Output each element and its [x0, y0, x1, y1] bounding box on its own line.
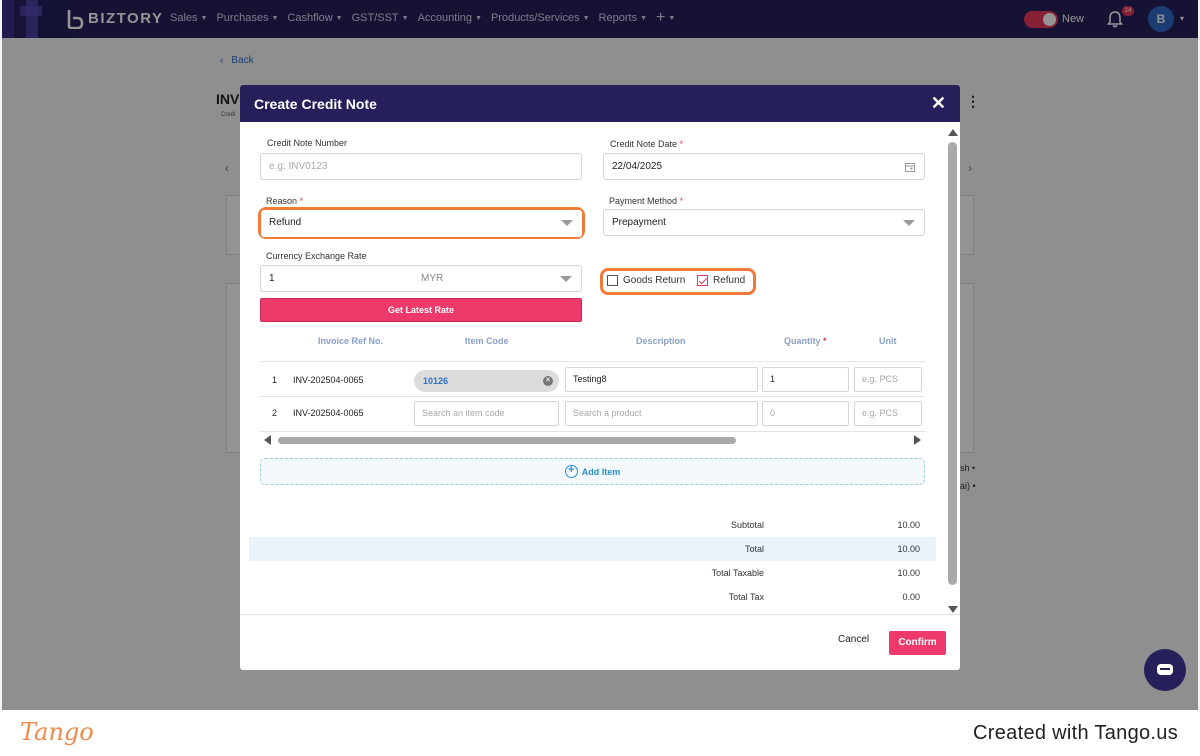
scroll-right-icon[interactable]	[914, 435, 921, 445]
summary-value: 10.00	[897, 544, 920, 554]
table-divider	[260, 396, 925, 397]
tango-logo: Tango	[20, 718, 94, 746]
invoice-ref-cell: INV-202504-0065	[293, 375, 364, 385]
modal-vertical-scrollbar[interactable]	[946, 129, 960, 613]
quantity-placeholder: 0	[770, 408, 776, 418]
column-header-unit: Unit	[879, 336, 897, 346]
summary-label: Subtotal	[730, 520, 764, 530]
credit-note-date-label: Credit Note Date *	[610, 139, 683, 149]
scroll-left-icon[interactable]	[264, 435, 271, 445]
description-input[interactable]: Testing8	[565, 367, 758, 392]
reason-value: Refund	[269, 217, 302, 228]
credit-note-number-input[interactable]: e.g: INV0123	[260, 153, 582, 180]
column-header-description: Description	[636, 336, 686, 346]
goods-return-label: Goods Return	[623, 275, 686, 286]
payment-method-label-text: Payment Method	[609, 196, 678, 206]
modal-header: Create Credit Note ✕	[240, 85, 960, 122]
goods-return-checkbox[interactable]: Goods Return	[607, 275, 685, 286]
total-taxable-row: Total Taxable 10.00	[249, 561, 936, 585]
reason-select[interactable]: Refund	[261, 210, 582, 237]
total-tax-row: Total Tax 0.00	[249, 585, 936, 609]
modal-title: Create Credit Note	[254, 96, 377, 112]
summary-label: Total Taxable	[711, 568, 764, 578]
item-code-search-input[interactable]: Search an item code	[414, 401, 559, 426]
summary-value: 10.00	[897, 568, 920, 578]
refund-checkbox[interactable]: Refund	[697, 275, 745, 286]
calendar-icon[interactable]	[905, 162, 915, 172]
column-header-invoice-ref: Invoice Ref No.	[318, 336, 384, 346]
payment-method-value: Prepayment	[612, 217, 666, 228]
scroll-up-icon[interactable]	[948, 129, 958, 136]
chat-support-button[interactable]	[1144, 649, 1186, 691]
required-asterisk: *	[823, 336, 827, 346]
summary-value: 0.00	[902, 592, 920, 602]
chat-icon	[1157, 664, 1173, 675]
summary-label: Total Tax	[728, 592, 764, 602]
row-number: 1	[272, 375, 278, 385]
credit-note-date-input[interactable]: 22/04/2025	[603, 153, 925, 180]
caret-down-icon	[903, 220, 915, 226]
summary-label: Total	[744, 544, 764, 554]
caret-down-icon	[560, 276, 572, 282]
summary-value: 10.00	[897, 520, 920, 530]
scrollbar-thumb[interactable]	[278, 437, 736, 444]
currency-rate-label: Currency Exchange Rate	[266, 251, 367, 261]
credit-note-number-placeholder: e.g: INV0123	[269, 161, 328, 172]
item-code-value: 10126	[423, 376, 449, 386]
unit-placeholder: e.g. PCS	[862, 408, 899, 418]
reason-label: Reason *	[266, 196, 303, 206]
checkbox-checked-icon	[697, 275, 708, 286]
column-header-item-code: Item Code	[465, 336, 509, 346]
clear-icon[interactable]: ✕	[543, 376, 553, 386]
confirm-button[interactable]: Confirm	[889, 631, 946, 655]
required-asterisk: *	[299, 196, 304, 206]
unit-input[interactable]: e.g. PCS	[854, 367, 922, 392]
currency-unit: MYR	[421, 273, 444, 284]
cancel-button[interactable]: Cancel	[838, 634, 869, 645]
table-divider	[260, 361, 925, 362]
caret-down-icon	[561, 220, 573, 226]
subtotal-row: Subtotal 10.00	[249, 513, 936, 537]
credit-note-number-label: Credit Note Number	[267, 138, 348, 148]
unit-placeholder: e.g. PCS	[862, 374, 899, 384]
created-with-text: Created with Tango.us	[973, 722, 1178, 744]
item-code-placeholder: Search an item code	[422, 408, 505, 418]
add-item-button[interactable]: + Add Item	[260, 458, 925, 485]
quantity-input[interactable]: 1	[762, 367, 849, 392]
invoice-ref-cell: INV-202504-0065	[293, 408, 364, 418]
add-item-label: Add Item	[581, 466, 621, 477]
close-icon[interactable]: ✕	[931, 94, 946, 112]
product-search-input[interactable]: Search a product	[565, 401, 758, 426]
column-header-quantity-text: Quantity	[784, 336, 821, 346]
scroll-down-icon[interactable]	[948, 606, 958, 613]
required-asterisk: *	[679, 196, 684, 206]
currency-rate-value: 1	[269, 273, 275, 284]
checkbox-icon	[607, 275, 618, 286]
table-horizontal-scrollbar[interactable]	[260, 435, 925, 445]
payment-method-select[interactable]: Prepayment	[603, 209, 925, 236]
column-header-quantity: Quantity *	[784, 336, 827, 346]
credit-note-date-label-text: Credit Note Date	[610, 139, 678, 149]
row-number: 2	[272, 408, 278, 418]
table-divider	[260, 431, 925, 432]
credit-note-date-value: 22/04/2025	[612, 161, 663, 172]
item-code-chip[interactable]: 10126 ✕	[414, 370, 559, 392]
tango-footer: Tango Created with Tango.us	[0, 710, 1200, 756]
create-credit-note-modal: Create Credit Note ✕ Credit Note Number …	[240, 85, 960, 670]
plus-circle-icon: +	[564, 465, 578, 478]
unit-input[interactable]: e.g. PCS	[854, 401, 922, 426]
scrollbar-thumb[interactable]	[948, 142, 957, 585]
quantity-input[interactable]: 0	[762, 401, 849, 426]
get-latest-rate-button[interactable]: Get Latest Rate	[260, 298, 582, 322]
total-row: Total 10.00	[249, 537, 936, 561]
refund-label: Refund	[713, 275, 746, 286]
modal-footer: Cancel Confirm	[240, 614, 960, 670]
currency-rate-input[interactable]: 1 MYR	[260, 265, 582, 292]
required-asterisk: *	[679, 139, 684, 149]
payment-method-label: Payment Method *	[609, 196, 683, 206]
product-search-placeholder: Search a product	[573, 408, 642, 418]
reason-label-text: Reason	[266, 196, 298, 206]
